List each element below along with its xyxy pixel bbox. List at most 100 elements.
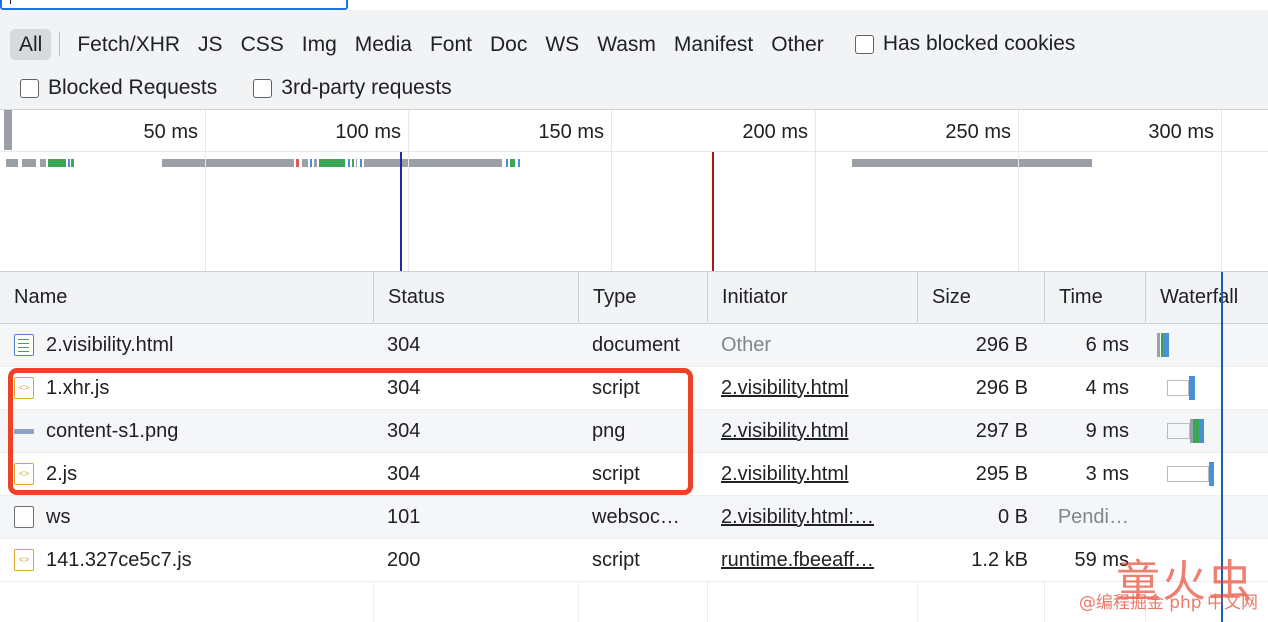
initiator-link[interactable]: 2.visibility.html [721,377,848,400]
overview-request-band [356,159,357,167]
waterfall-segment [1163,333,1169,357]
cell-size: 296 B [917,367,1044,409]
table-row[interactable]: 141.327ce5c7.js200scriptruntime.fbeeaff…… [0,539,1268,582]
cell-status: 101 [373,496,578,538]
cell-initiator[interactable]: 2.visibility.html [707,453,917,495]
overview-gridline [408,110,409,272]
request-name: 1.xhr.js [46,377,109,400]
request-name: 2.visibility.html [46,334,173,357]
column-header-size[interactable]: Size [917,272,1044,323]
cell-initiator[interactable]: 2.visibility.html:… [707,496,917,538]
cell-name[interactable]: content-s1.png [0,410,373,452]
cell-waterfall[interactable] [1145,453,1268,495]
filter-type-img[interactable]: Img [293,29,346,60]
overview-request-band [314,159,317,167]
cell-type: websoc… [578,496,707,538]
cell-waterfall[interactable] [1145,410,1268,452]
table-row[interactable]: content-s1.png304png2.visibility.html297… [0,410,1268,453]
filter-type-all[interactable]: All [10,29,51,60]
column-header-time[interactable]: Time [1044,272,1145,323]
column-header-status[interactable]: Status [373,272,578,323]
overview-request-band [852,159,1092,167]
filter-type-wasm[interactable]: Wasm [588,29,665,60]
cell-time: Pendi… [1044,496,1145,538]
requests-table[interactable]: NameStatusTypeInitiatorSizeTimeWaterfall… [0,272,1268,622]
cell-time: 3 ms [1044,453,1145,495]
cell-name[interactable]: 2.visibility.html [0,324,373,366]
filter-type-doc[interactable]: Doc [481,29,536,60]
column-header-type[interactable]: Type [578,272,707,323]
initiator-link[interactable]: 2.visibility.html [721,463,848,486]
cell-waterfall[interactable] [1145,324,1268,366]
cell-name[interactable]: 1.xhr.js [0,367,373,409]
cell-waterfall[interactable] [1145,367,1268,409]
blocked-requests-checkbox[interactable]: Blocked Requests [20,76,217,100]
third-party-requests-checkbox[interactable]: 3rd-party requests [253,76,451,100]
overview-gridline [611,110,612,272]
overview-request-band [40,159,46,167]
filter-input[interactable] [0,0,348,10]
size-value: 1.2 kB [971,549,1028,572]
network-overview-timeline[interactable]: 50 ms100 ms150 ms200 ms250 ms300 ms [0,110,1268,272]
overview-request-band [48,159,66,167]
table-row[interactable]: ws101websoc… 2.visibility.html:… 0 B Pendi… [0,496,1268,539]
overview-request-band [319,159,345,167]
overview-tick-label: 200 ms [742,121,815,144]
overview-request-band [506,159,508,167]
table-row[interactable]: 2.visibility.html304documentOther296 B6 … [0,324,1268,367]
filter-type-js[interactable]: JS [189,29,232,60]
size-value: 0 B [998,506,1028,529]
time-value: Pendi… [1058,506,1129,529]
cell-type: script [578,367,707,409]
table-row[interactable]: 1.xhr.js304script2.visibility.html296 B4… [0,367,1268,410]
cell-waterfall[interactable] [1145,496,1268,538]
request-name: 141.327ce5c7.js [46,549,192,572]
overview-request-band [348,159,350,167]
initiator-link[interactable]: 2.visibility.html:… [721,506,874,529]
filter-type-other[interactable]: Other [762,29,833,60]
size-value: 295 B [976,463,1028,486]
filter-separator [59,32,60,56]
cell-initiator[interactable]: runtime.fbeeaff… [707,539,917,581]
checkbox-icon[interactable] [855,35,874,54]
has-blocked-cookies-checkbox[interactable]: Has blocked cookies [855,32,1076,56]
overview-request-band [6,159,18,167]
column-header-initiator[interactable]: Initiator [707,272,917,323]
filter-type-css[interactable]: CSS [232,29,293,60]
cell-waterfall[interactable] [1145,539,1268,581]
cell-name[interactable]: 141.327ce5c7.js [0,539,373,581]
cell-size: 1.2 kB [917,539,1044,581]
overview-resize-handle[interactable] [4,110,12,150]
overview-request-band [310,159,312,167]
checkbox-icon[interactable] [20,79,39,98]
waterfall-segment [1157,333,1160,357]
table-row[interactable]: 2.js304script2.visibility.html295 B3 ms [0,453,1268,496]
cell-initiator[interactable]: 2.visibility.html [707,410,917,452]
cell-size: 296 B [917,324,1044,366]
waterfall-segment [1189,376,1195,400]
initiator-link[interactable]: runtime.fbeeaff… [721,549,874,572]
filter-type-media[interactable]: Media [346,29,421,60]
cell-time: 9 ms [1044,410,1145,452]
initiator-link[interactable]: 2.visibility.html [721,420,848,443]
cell-name[interactable]: 2.js [0,453,373,495]
cell-type: png [578,410,707,452]
text-caret [10,0,11,4]
filter-type-font[interactable]: Font [421,29,481,60]
overview-request-band [296,159,299,167]
overview-request-band [364,159,502,167]
table-header-row: NameStatusTypeInitiatorSizeTimeWaterfall [0,272,1268,324]
checkbox-icon[interactable] [253,79,272,98]
column-header-name[interactable]: Name [0,272,373,323]
filter-type-manifest[interactable]: Manifest [665,29,762,60]
cell-initiator[interactable]: 2.visibility.html [707,367,917,409]
overview-request-band [360,159,362,167]
filter-type-ws[interactable]: WS [536,29,588,60]
table-body[interactable]: 2.visibility.html304documentOther296 B6 … [0,324,1268,582]
cell-status: 304 [373,410,578,452]
cell-name[interactable]: ws [0,496,373,538]
column-header-waterfall[interactable]: Waterfall [1145,272,1268,323]
waterfall-queue-bar [1167,380,1189,396]
cell-status: 304 [373,324,578,366]
filter-type-fetch-xhr[interactable]: Fetch/XHR [68,29,189,60]
